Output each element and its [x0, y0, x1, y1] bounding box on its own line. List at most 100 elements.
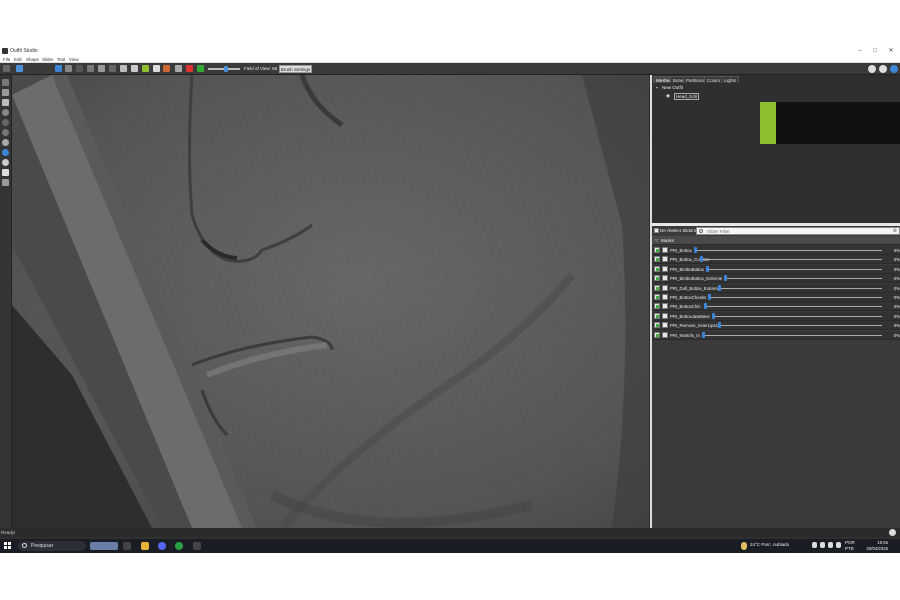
- chevron-up-icon[interactable]: [820, 542, 825, 548]
- volume-icon[interactable]: [836, 542, 841, 548]
- sphere-half-icon[interactable]: [2, 129, 9, 136]
- slider-row[interactable]: PRI_Bottox 0%: [652, 246, 900, 255]
- slider-track[interactable]: [706, 268, 882, 270]
- mic-tray-icon[interactable]: [812, 542, 817, 548]
- task-view-icon[interactable]: [123, 542, 131, 550]
- masks-row[interactable]: ▽ Masks: [652, 236, 900, 245]
- record-icon[interactable]: [186, 65, 193, 72]
- slider-filter-input[interactable]: [707, 228, 887, 234]
- color-sphere-icon[interactable]: [2, 149, 9, 156]
- tab-lights[interactable]: Lights: [721, 76, 740, 83]
- file-explorer-icon[interactable]: [141, 542, 149, 550]
- slider-knob[interactable]: [724, 275, 727, 282]
- edit-slider-icon[interactable]: [654, 322, 660, 329]
- tree-root-outfit[interactable]: New Outfit: [662, 85, 683, 90]
- discord-app-icon[interactable]: [158, 542, 166, 550]
- slider-track[interactable]: [724, 278, 882, 280]
- menu-shape[interactable]: Shape: [26, 57, 39, 62]
- slider-track[interactable]: [704, 306, 882, 308]
- collapse-tool-icon[interactable]: [175, 65, 182, 72]
- fov-slider-knob[interactable]: [224, 66, 228, 72]
- slider-row[interactable]: PRI_BimboBottox 0%: [652, 264, 900, 274]
- edit-slider-icon[interactable]: [654, 294, 660, 300]
- menu-file[interactable]: File: [3, 57, 10, 62]
- eye-visibility-icon[interactable]: ◉: [666, 93, 670, 99]
- slider-checkbox[interactable]: [662, 312, 668, 319]
- menu-slider[interactable]: Slider: [42, 57, 54, 62]
- pivot-icon[interactable]: [2, 89, 9, 96]
- edit-slider-icon[interactable]: [654, 247, 660, 253]
- 3d-viewport[interactable]: [12, 75, 649, 528]
- slider-checkbox[interactable]: [662, 294, 668, 300]
- slider-track[interactable]: [694, 250, 882, 251]
- slider-track[interactable]: [700, 259, 882, 261]
- sphere-wire-icon[interactable]: [2, 139, 9, 146]
- slider-row[interactable]: PRI_BimboBottox_Extreme 0%: [652, 274, 900, 284]
- network-icon[interactable]: [828, 542, 833, 548]
- help-icon[interactable]: [890, 65, 898, 73]
- slider-knob[interactable]: [718, 284, 721, 291]
- slider-knob[interactable]: [718, 322, 721, 329]
- mask-tool-icon[interactable]: [98, 65, 105, 72]
- slider-checkbox[interactable]: [662, 331, 668, 338]
- brush-settings-button[interactable]: Brush Settings: [279, 65, 312, 73]
- microphone-icon[interactable]: [889, 529, 896, 536]
- clock[interactable]: 19:55 20/04/2026: [866, 540, 888, 552]
- tree-expand-icon[interactable]: ▪: [656, 85, 658, 90]
- slider-checkbox[interactable]: [662, 256, 668, 263]
- select-tool-icon[interactable]: [3, 65, 10, 72]
- select-all-sliders-checkbox[interactable]: [654, 228, 659, 233]
- bones-icon[interactable]: [2, 169, 9, 176]
- edit-slider-icon[interactable]: [654, 256, 660, 263]
- sphere-dark-icon[interactable]: [2, 119, 9, 126]
- language-indicator[interactable]: POR PTB: [845, 540, 855, 552]
- edit-slider-icon[interactable]: [654, 275, 660, 282]
- slider-track[interactable]: [718, 287, 882, 289]
- slider-track[interactable]: [702, 334, 882, 336]
- discord-icon[interactable]: [868, 65, 876, 73]
- unmask-tool-icon[interactable]: [109, 65, 116, 72]
- windows-start-icon[interactable]: [4, 542, 11, 549]
- edit-slider-icon[interactable]: [654, 303, 660, 310]
- edit-slider-icon[interactable]: [654, 284, 660, 291]
- floor-icon[interactable]: [2, 179, 9, 186]
- sphere-icon[interactable]: [2, 109, 9, 116]
- slider-row[interactable]: PRI_BottoxChin 0%: [652, 302, 900, 312]
- edit-slider-icon[interactable]: [654, 312, 660, 319]
- brush-tool-icon[interactable]: [16, 65, 23, 72]
- pen-tool-icon[interactable]: [131, 65, 138, 72]
- vertex-select-icon[interactable]: [2, 99, 9, 106]
- move-tool-icon[interactable]: [55, 65, 62, 72]
- slider-checkbox[interactable]: [662, 284, 668, 291]
- slider-checkbox[interactable]: [662, 247, 668, 253]
- tree-mesh-item[interactable]: Head_Edit: [674, 93, 700, 100]
- masks-expand-icon[interactable]: ▽: [655, 238, 658, 244]
- menu-edit[interactable]: Edit: [14, 57, 22, 62]
- slider-track[interactable]: [718, 325, 882, 327]
- slider-row[interactable]: PRI_Bottox_Counter 0%: [652, 255, 900, 265]
- edit-slider-icon[interactable]: [654, 331, 660, 338]
- slider-checkbox[interactable]: [662, 265, 668, 272]
- deflate-tool-icon[interactable]: [76, 65, 83, 72]
- close-button[interactable]: ✕: [882, 46, 900, 56]
- slider-knob[interactable]: [700, 256, 703, 263]
- slider-track[interactable]: [712, 315, 882, 317]
- weather-text[interactable]: 24°C Parc. nublado: [750, 542, 789, 547]
- slider-row[interactable]: PRI_BottoxCheeks 0%: [652, 293, 900, 302]
- symmetry-icon[interactable]: [197, 65, 204, 72]
- slider-knob[interactable]: [702, 331, 705, 338]
- eyedropper-icon[interactable]: [153, 65, 160, 72]
- slider-checkbox[interactable]: [662, 303, 668, 310]
- slider-filter[interactable]: ⊗: [696, 227, 900, 235]
- news-widget-icon[interactable]: [90, 542, 118, 550]
- color-tool-icon[interactable]: [142, 65, 149, 72]
- menu-tool[interactable]: Tool: [57, 57, 65, 62]
- smooth-tool-icon[interactable]: [87, 65, 94, 72]
- slider-row[interactable]: PRI_Nostrils_In 0%: [652, 330, 900, 340]
- slider-row[interactable]: PRI_BottoxJawMass 0%: [652, 311, 900, 321]
- outfit-studio-app-icon[interactable]: [193, 542, 201, 550]
- lighting-icon[interactable]: [2, 159, 9, 166]
- alpha-tool-icon[interactable]: [163, 65, 170, 72]
- slider-row[interactable]: PRI_Remove_InnerLips1 0%: [652, 321, 900, 331]
- edit-slider-icon[interactable]: [654, 265, 660, 272]
